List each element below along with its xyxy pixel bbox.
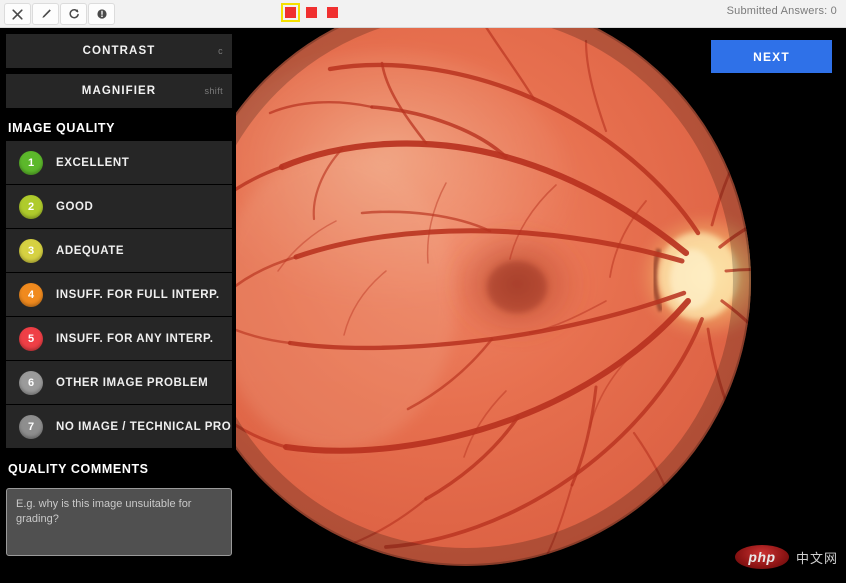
magnifier-mode-label: MAGNIFIER: [81, 85, 157, 97]
image-quality-heading: IMAGE QUALITY: [8, 121, 116, 135]
image-quality-option-number: 7: [19, 414, 43, 439]
info-button[interactable]: [88, 3, 115, 25]
contrast-mode-label: CONTRAST: [82, 45, 156, 57]
tool-button-group: [4, 3, 115, 25]
quality-comments-heading: QUALITY COMMENTS: [8, 462, 149, 476]
image-quality-option-number: 6: [19, 370, 43, 395]
close-button[interactable]: [4, 3, 31, 25]
image-quality-option-3[interactable]: 3 ADEQUATE: [6, 229, 232, 272]
image-quality-option-label: INSUFF. FOR FULL INTERP.: [56, 288, 220, 301]
image-quality-option-number: 4: [19, 282, 43, 307]
image-quality-option-number: 2: [19, 194, 43, 219]
close-icon: [12, 8, 23, 20]
color-chip-group: [281, 3, 340, 22]
image-quality-option-label: ADEQUATE: [56, 244, 125, 257]
refresh-button[interactable]: [60, 3, 87, 25]
image-quality-option-number: 3: [19, 238, 43, 263]
contrast-mode-shortcut: c: [218, 46, 223, 56]
color-chip-1[interactable]: [281, 3, 300, 22]
image-stage: NEXT php 中文网: [236, 28, 846, 583]
quality-comments-input[interactable]: E.g. why is this image unsuitable for gr…: [6, 488, 232, 556]
fundus-image[interactable]: [236, 28, 846, 583]
contrast-mode-button[interactable]: CONTRAST c: [6, 34, 232, 68]
image-quality-option-label: EXCELLENT: [56, 156, 130, 169]
image-quality-option-label: OTHER IMAGE PROBLEM: [56, 376, 209, 389]
top-toolbar: Submitted Answers: 0: [0, 0, 846, 28]
watermark-site: 中文网: [795, 550, 838, 566]
image-quality-option-number: 5: [19, 326, 43, 351]
image-quality-option-number: 1: [19, 150, 43, 175]
quality-comments-placeholder: E.g. why is this image unsuitable for gr…: [16, 498, 192, 525]
image-quality-option-label: GOOD: [56, 200, 94, 213]
grading-app: Submitted Answers: 0 CONTRAST c MAGNIFIE…: [0, 0, 846, 583]
color-chip-3[interactable]: [325, 5, 340, 20]
next-button-label: NEXT: [753, 49, 790, 64]
image-quality-option-7[interactable]: 7 NO IMAGE / TECHNICAL PROB.: [6, 405, 232, 448]
magnifier-mode-shortcut: shift: [204, 86, 223, 96]
image-quality-option-2[interactable]: 2 GOOD: [6, 185, 232, 228]
watermark: php 中文网: [734, 545, 838, 569]
watermark-logo: php: [734, 545, 789, 569]
image-quality-option-4[interactable]: 4 INSUFF. FOR FULL INTERP.: [6, 273, 232, 316]
pen-icon: [40, 8, 52, 20]
image-quality-option-list: 1 EXCELLENT 2 GOOD 3 ADEQUATE 4 INSUFF. FOR FUL…: [0, 141, 236, 448]
image-quality-option-label: INSUFF. FOR ANY INTERP.: [56, 332, 214, 345]
info-icon: [96, 8, 108, 20]
magnifier-mode-button[interactable]: MAGNIFIER shift: [6, 74, 232, 108]
next-button[interactable]: NEXT: [711, 40, 832, 73]
image-quality-option-1[interactable]: 1 EXCELLENT: [6, 141, 232, 184]
image-quality-option-6[interactable]: 6 OTHER IMAGE PROBLEM: [6, 361, 232, 404]
color-chip-2[interactable]: [304, 5, 319, 20]
submitted-answers-counter: Submitted Answers: 0: [726, 5, 837, 17]
image-quality-option-label: NO IMAGE / TECHNICAL PROB.: [56, 420, 232, 433]
refresh-icon: [68, 8, 80, 20]
image-quality-option-5[interactable]: 5 INSUFF. FOR ANY INTERP.: [6, 317, 232, 360]
pen-button[interactable]: [32, 3, 59, 25]
left-sidebar: CONTRAST c MAGNIFIER shift IMAGE QUALITY…: [0, 28, 236, 583]
